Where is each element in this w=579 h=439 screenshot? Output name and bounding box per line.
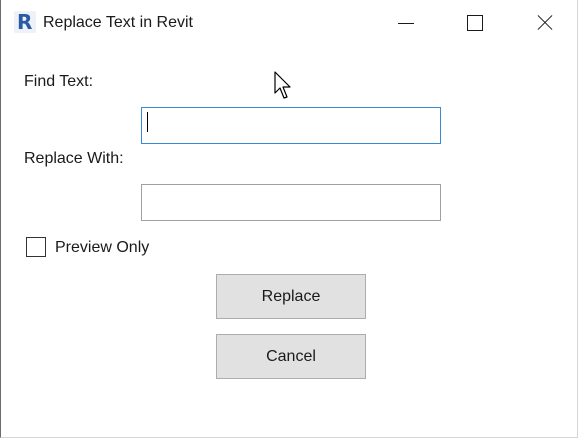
title-bar[interactable]: R Replace Text in Revit [1,0,577,46]
text-caret [147,112,148,132]
revit-app-icon: R [14,10,36,34]
replace-with-input[interactable] [141,184,441,221]
cancel-button[interactable]: Cancel [216,334,366,379]
preview-only-checkbox[interactable] [26,237,46,257]
maximize-button[interactable] [452,0,498,46]
replace-with-label: Replace With: [24,150,124,167]
minimize-button[interactable] [383,0,429,46]
dialog-window: R Replace Text in Revit Find Text: Repla… [0,0,578,438]
close-button[interactable] [522,0,568,46]
mouse-pointer-icon [274,71,291,99]
preview-only-label[interactable]: Preview Only [55,239,149,257]
replace-button[interactable]: Replace [216,274,366,319]
find-text-input[interactable] [141,107,441,144]
window-title: Replace Text in Revit [43,14,193,31]
find-text-label: Find Text: [24,73,94,90]
app-icon-letter: R [17,10,33,34]
